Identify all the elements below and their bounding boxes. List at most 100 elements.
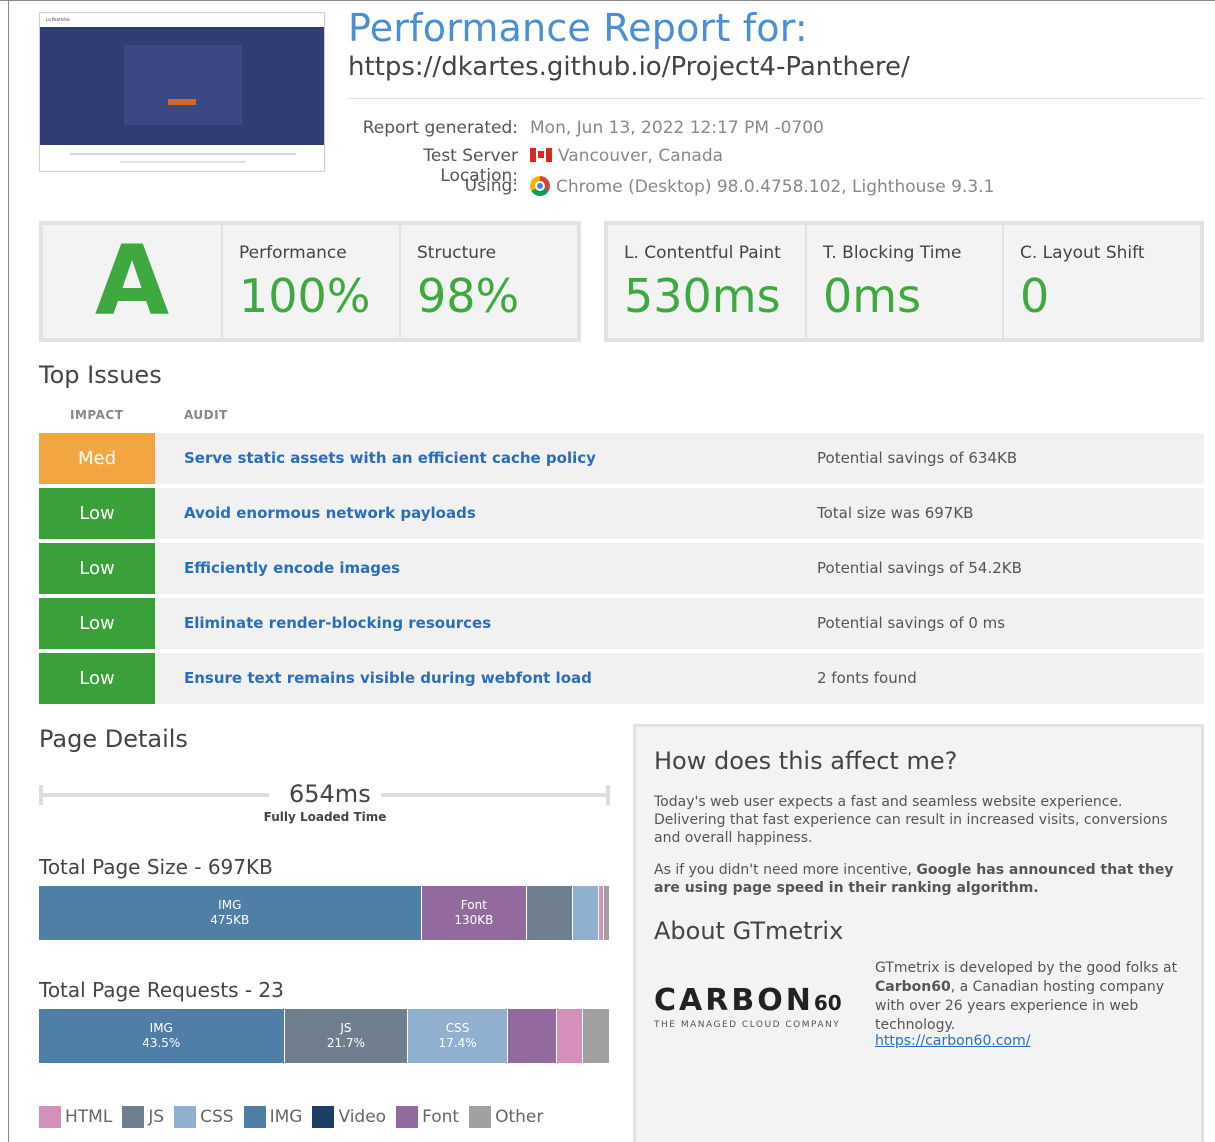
audit-link[interactable]: Efficiently encode images [184, 543, 400, 594]
legend-swatch [469, 1106, 492, 1128]
segment-type-label: CSS [445, 1021, 470, 1035]
meta-value-wrap: Vancouver, Canada [530, 146, 723, 166]
legend-swatch [122, 1106, 145, 1128]
incentive-text: As if you didn't need more incentive, [654, 862, 917, 878]
legend-label: JS [148, 1107, 165, 1127]
about-text: GTmetrix is developed by the good folks … [875, 960, 1178, 976]
audit-detail: Potential savings of 54.2KB [817, 559, 1022, 577]
fully-loaded-timeline: 654ms [39, 780, 610, 808]
bar-segment-js [527, 886, 573, 940]
carbon-word: CARBON [654, 983, 814, 1018]
page-size-heading: Total Page Size - 697KB [39, 855, 273, 879]
affect-heading: How does this affect me? [654, 747, 958, 775]
bar-segment-html [557, 1009, 584, 1063]
chrome-icon [530, 176, 550, 196]
legend-swatch [312, 1106, 335, 1128]
meta-label: Report generated: [362, 118, 518, 138]
legend-item-css: CSS [174, 1106, 234, 1128]
segment-value-label: 475KB [210, 913, 250, 927]
score-value: 100% [239, 269, 371, 323]
meta-value-wrap: Chrome (Desktop) 98.0.4758.102, Lighthou… [530, 176, 994, 197]
page-requests-heading: Total Page Requests - 23 [39, 978, 284, 1002]
tbt-metric: T. Blocking Time 0ms [805, 225, 1002, 338]
legend-label: CSS [200, 1107, 234, 1127]
issue-row[interactable]: Low Ensure text remains visible during w… [39, 653, 1204, 704]
bar-segment-img: IMG 475KB [39, 886, 422, 940]
metric-label: C. Layout Shift [1020, 243, 1145, 263]
segment-type-label: JS [340, 1021, 352, 1035]
meta-value: Chrome (Desktop) 98.0.4758.102, Lighthou… [556, 177, 995, 197]
timeline-end-cap [606, 785, 610, 805]
segment-value-label: 130KB [454, 913, 494, 927]
timeline-line [39, 793, 269, 797]
report-title: Performance Report for: [348, 6, 808, 50]
thumbnail-hero-card [124, 45, 242, 125]
impact-badge: Low [39, 653, 155, 704]
score-label: Performance [239, 243, 347, 263]
bar-segment-other [604, 886, 610, 940]
segment-value-label: 17.4% [438, 1036, 477, 1050]
performance-score: Performance 100% [221, 225, 399, 338]
segment-value-label: 21.7% [326, 1036, 366, 1050]
thumbnail-text-line [70, 153, 296, 155]
bar-segment-css: CSS 17.4% [408, 1009, 508, 1063]
legend-item-js: JS [122, 1106, 164, 1128]
fully-loaded-label: Fully Loaded Time [263, 810, 387, 824]
carbon60-link[interactable]: https://carbon60.com/ [875, 1033, 1030, 1049]
fully-loaded-value: 654ms [289, 780, 371, 808]
top-issues-heading: Top Issues [39, 361, 162, 389]
audit-column-header: AUDIT [184, 408, 228, 422]
impact-badge: Low [39, 598, 155, 649]
gtmetrix-grade-box: A Performance 100% Structure 98% [39, 221, 581, 342]
audit-link[interactable]: Avoid enormous network payloads [184, 488, 476, 539]
legend-swatch [243, 1106, 266, 1128]
meta-value: Mon, Jun 13, 2022 12:17 PM -0700 [530, 118, 824, 138]
issue-row[interactable]: Low Efficiently encode images Potential … [39, 543, 1204, 594]
legend-label: IMG [269, 1107, 303, 1127]
meta-report-generated: Report generated: Mon, Jun 13, 2022 12:1… [348, 118, 1048, 142]
audit-detail: Potential savings of 0 ms [817, 614, 1006, 632]
thumbnail-text-line [120, 161, 246, 163]
legend-label: Other [495, 1107, 544, 1127]
bar-segment-img: IMG 43.5% [39, 1009, 285, 1063]
meta-value: Vancouver, Canada [558, 146, 724, 166]
window-left-border [8, 0, 9, 1142]
legend-label: Video [338, 1107, 387, 1127]
audit-link[interactable]: Serve static assets with an efficient ca… [184, 433, 596, 484]
carbon60-tagline: THE MANAGED CLOUD COMPANY [654, 1020, 841, 1030]
metric-value: 530ms [624, 269, 781, 323]
legend-item-img: IMG [243, 1106, 303, 1128]
segment-type-label: Font [460, 898, 487, 912]
thumbnail-cta [168, 99, 196, 105]
issue-row[interactable]: Low Avoid enormous network payloads Tota… [39, 488, 1204, 539]
metric-value: 0ms [823, 269, 922, 323]
bar-segment-js: JS 21.7% [284, 1009, 409, 1063]
issue-row[interactable]: Med Serve static assets with an efficien… [39, 433, 1204, 484]
audit-link[interactable]: Eliminate render-blocking resources [184, 598, 491, 649]
legend-item-video: Video [312, 1106, 386, 1128]
audit-detail: 2 fonts found [817, 669, 917, 687]
audit-detail: Potential savings of 634KB [817, 449, 1018, 467]
bar-segment-font [507, 1009, 558, 1063]
legend-swatch [174, 1106, 197, 1128]
audit-detail: Total size was 697KB [817, 504, 974, 522]
segment-value-label: 43.5% [142, 1036, 181, 1050]
legend-label: HTML [65, 1107, 113, 1127]
meta-server-location: Test Server Location: Vancouver, Canada [348, 146, 1048, 186]
metric-label: L. Contentful Paint [624, 243, 781, 263]
carbon60-logo: CARBON60 THE MANAGED CLOUD COMPANY [654, 983, 864, 1030]
legend-swatch [396, 1106, 419, 1128]
meta-label: Using: [464, 176, 518, 196]
canada-flag-icon [530, 148, 552, 162]
carbon-num: 60 [813, 991, 842, 1015]
timeline-line [381, 793, 610, 797]
report-url[interactable]: https://dkartes.github.io/Project4-Panth… [348, 52, 910, 82]
bar-segment-css [572, 886, 599, 940]
thumbnail-topbar: La Panthère [40, 13, 324, 27]
issue-row[interactable]: Low Eliminate render-blocking resources … [39, 598, 1204, 649]
audit-link[interactable]: Ensure text remains visible during webfo… [184, 653, 592, 704]
header-divider [348, 98, 1204, 99]
page-size-bar: IMG 475KB Font 130KB [39, 886, 610, 940]
meta-using: Using: Chrome (Desktop) 98.0.4758.102, L… [348, 176, 1048, 200]
thumbnail-hero [40, 27, 324, 145]
